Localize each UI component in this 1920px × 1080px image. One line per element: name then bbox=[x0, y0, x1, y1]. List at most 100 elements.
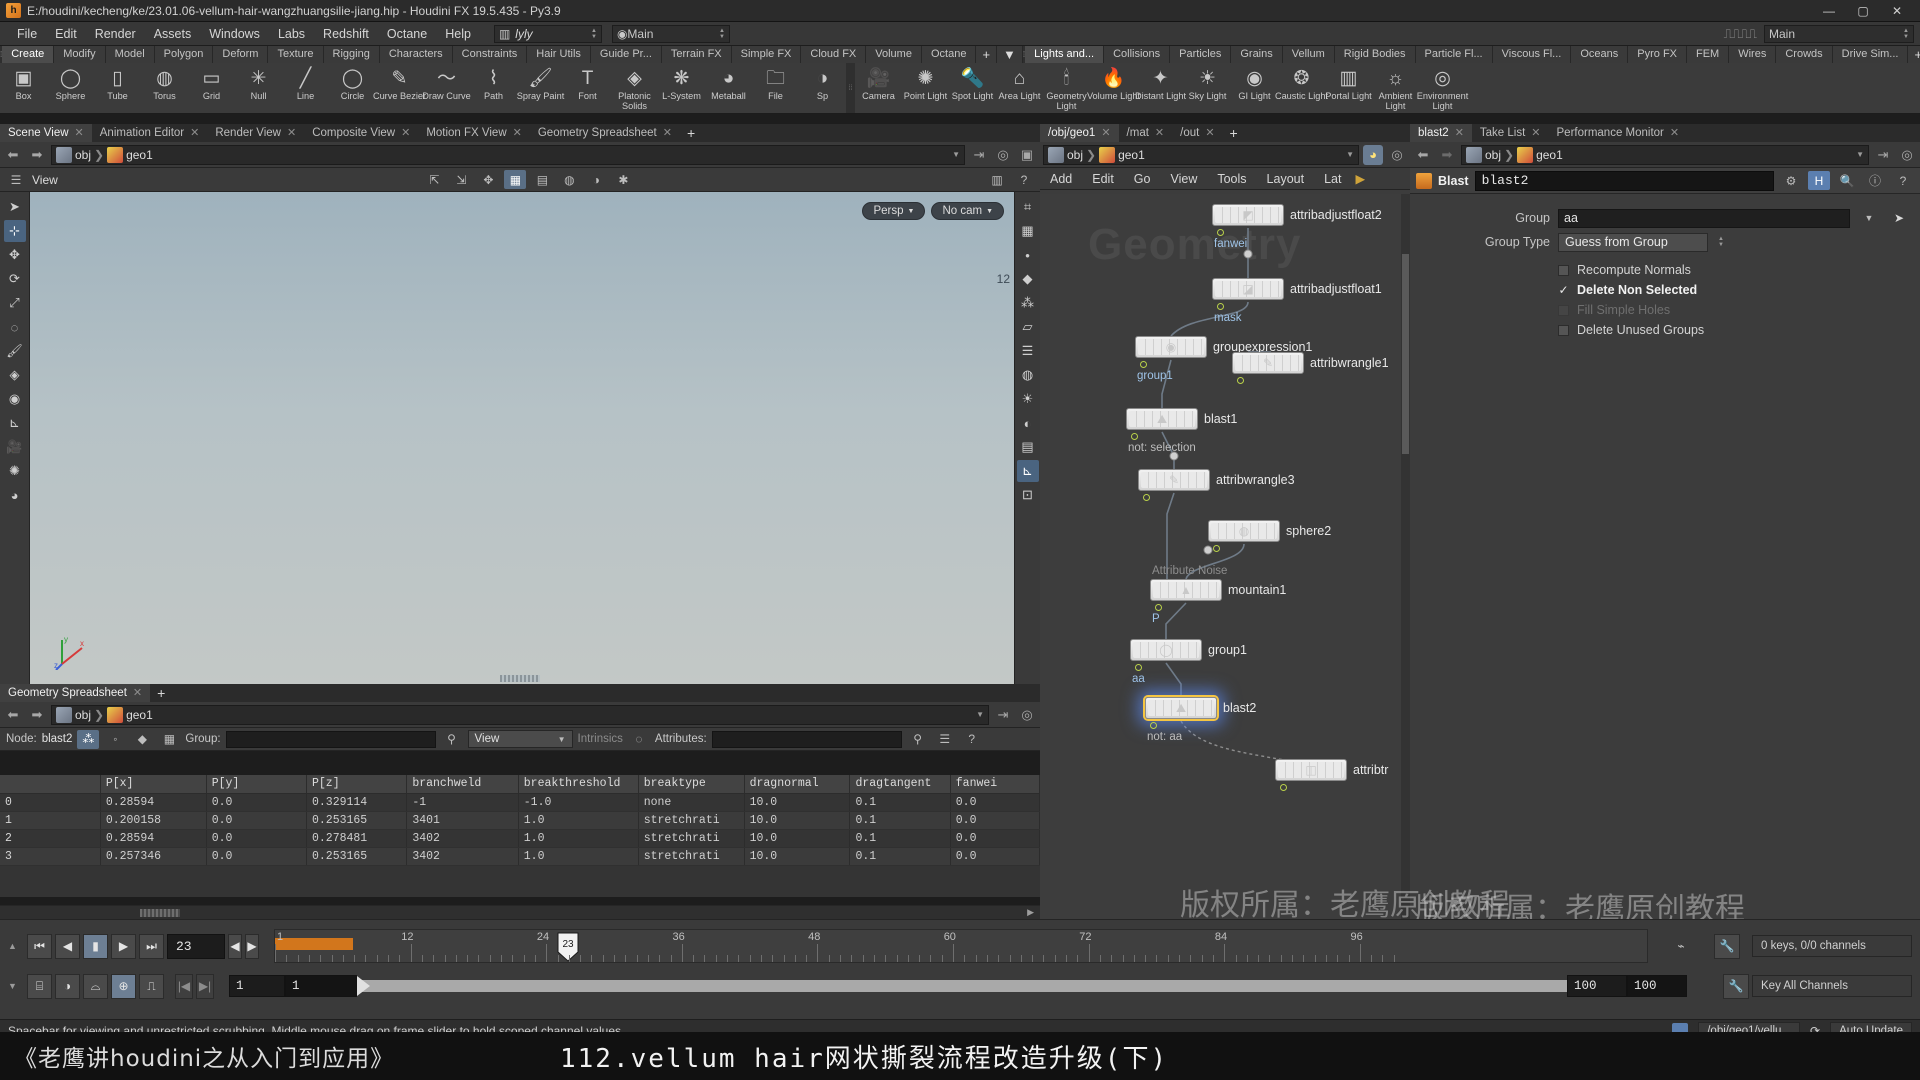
spreadsheet-toolbar[interactable]: Node: blast2 ⁂ ◦ ◆ ▦ Group: ⚲ View ▼ Int… bbox=[0, 728, 1040, 751]
close-tab-icon[interactable]: ✕ bbox=[190, 124, 199, 142]
pane-layout-selector-left[interactable]: ◉ Main ▲ ▼ bbox=[611, 24, 730, 43]
menu-help[interactable]: Help bbox=[436, 22, 480, 46]
parm-tab-performance-monitor[interactable]: Performance Monitor ✕ bbox=[1548, 124, 1688, 142]
parm-options-icon[interactable]: ◎ bbox=[1897, 145, 1917, 165]
close-tab-icon[interactable]: ✕ bbox=[663, 124, 672, 142]
parameter-path-field[interactable]: obj ❯ geo1 ▼ bbox=[1461, 144, 1869, 165]
shelf-add-tab-button-2[interactable]: + bbox=[1908, 46, 1920, 63]
parameter-header[interactable]: Blast blast2 ⚙ H 🔍 ⓘ ? bbox=[1410, 168, 1920, 194]
network-node-blast1[interactable]: ⛰ bbox=[1126, 408, 1198, 430]
table-cell[interactable]: 0.0 bbox=[206, 847, 308, 866]
shelf-tool-volume-light[interactable]: 🔥 Volume Light bbox=[1087, 63, 1140, 113]
select-tool-icon[interactable]: ⇱ bbox=[423, 170, 445, 189]
network-tabstrip[interactable]: /obj/geo1 ✕ /mat ✕ /out ✕ + bbox=[1040, 124, 1410, 142]
window-controls[interactable]: — ▢ ✕ bbox=[1812, 0, 1914, 22]
frame-ruler[interactable]: 23 1 12 24 36 48 60 72 84 96 bbox=[274, 929, 1648, 963]
tab-geometry-spreadsheet[interactable]: Geometry Spreadsheet ✕ bbox=[529, 124, 680, 142]
table-cell[interactable]: 0.253165 bbox=[306, 847, 408, 866]
shelf-tab-deform[interactable]: Deform bbox=[213, 46, 269, 63]
close-tab-icon[interactable]: ✕ bbox=[75, 124, 84, 142]
parameter-tabstrip[interactable]: blast2 ✕ Take List ✕ Performance Monitor ✕ bbox=[1410, 124, 1920, 142]
shelf-tab-simple-fx[interactable]: Simple FX bbox=[731, 46, 802, 63]
range-prev-button[interactable]: |◀ bbox=[175, 973, 193, 999]
tab-render-view[interactable]: Render View ✕ bbox=[207, 124, 305, 142]
pin-pane-icon[interactable]: ⇥ bbox=[969, 145, 989, 165]
shelf-tool-distant-light[interactable]: ✦ Distant Light bbox=[1135, 63, 1186, 113]
measure-icon[interactable]: ⊾ bbox=[4, 412, 26, 434]
step-forward-button[interactable]: ▶ bbox=[245, 933, 259, 959]
playback-end-field[interactable]: 100 bbox=[1567, 975, 1627, 997]
shelf-tool-null[interactable]: ✳ Null bbox=[235, 63, 282, 113]
table-cell[interactable]: stretchrati bbox=[638, 847, 745, 866]
column-header[interactable]: P[z] bbox=[306, 775, 408, 794]
shelf-tool-platonic-solids[interactable]: ◈ Platonic Solids bbox=[611, 63, 658, 113]
table-cell[interactable]: 0.0 bbox=[950, 829, 1040, 848]
table-cell[interactable]: 0.0 bbox=[206, 793, 308, 812]
parm-houdini-h-icon[interactable]: H bbox=[1808, 171, 1830, 190]
node-display-flag-icon[interactable] bbox=[1143, 494, 1150, 501]
keyframe-settings-icon[interactable]: 🔧 bbox=[1714, 933, 1740, 959]
viewport-settings-icon[interactable]: ✱ bbox=[612, 170, 634, 189]
parm-gear-icon[interactable]: ⚙ bbox=[1780, 171, 1802, 190]
close-tab-icon[interactable]: ✕ bbox=[1101, 124, 1110, 142]
close-tab-icon[interactable]: ✕ bbox=[1455, 124, 1464, 142]
gs-filter-icon[interactable]: ⚲ bbox=[441, 730, 463, 749]
lasso-icon[interactable]: ◌ bbox=[4, 316, 26, 338]
cam-caret-icon[interactable]: ▼ bbox=[986, 208, 993, 215]
audio-panel-button[interactable]: ⎍ bbox=[139, 973, 164, 999]
shelf-tab-grains[interactable]: Grains bbox=[1231, 46, 1283, 63]
scoped-channels-button[interactable]: ◑ bbox=[55, 973, 80, 999]
viewer-header[interactable]: ☰ View ⇱ ⇲ ✥ ▦ ▤ ◍ ◑ ✱ ▥ ? bbox=[0, 168, 1040, 192]
table-cell[interactable]: 0.0 bbox=[206, 829, 308, 848]
table-cell[interactable]: 3401 bbox=[406, 811, 519, 830]
network-node-attribadjustfloat2[interactable]: ◩ bbox=[1212, 204, 1284, 226]
shelf-tab-rigging[interactable]: Rigging bbox=[323, 46, 380, 63]
grid-snap-icon[interactable]: ▦ bbox=[1017, 220, 1039, 242]
column-header[interactable]: dragnormal bbox=[744, 775, 851, 794]
spreadsheet-table-wrapper[interactable]: P[x] P[y] P[z] branchweld breakthreshold brea… bbox=[0, 775, 1040, 897]
gs-nav-forward-icon[interactable]: ➡ bbox=[27, 705, 47, 725]
net-path-dropdown-icon[interactable]: ▼ bbox=[1346, 150, 1354, 159]
scene-view-path-field[interactable]: obj ❯ geo1 ▼ bbox=[51, 144, 965, 165]
display-points-icon[interactable]: ▦ bbox=[504, 170, 527, 189]
parm-tab-take-list[interactable]: Take List ✕ bbox=[1471, 124, 1549, 142]
spreadsheet-table[interactable]: P[x] P[y] P[z] branchweld breakthreshold brea… bbox=[0, 775, 1040, 866]
parm-nav-back-icon[interactable]: ⬅ bbox=[1413, 145, 1433, 165]
display-options-icon[interactable]: ☰ bbox=[1017, 340, 1039, 362]
table-cell[interactable]: 0.0 bbox=[950, 811, 1040, 830]
column-header[interactable]: branchweld bbox=[406, 775, 519, 794]
parm-group-type-spinner-icon[interactable]: ▲ ▼ bbox=[1718, 236, 1724, 248]
tab-scene-view[interactable]: Scene View ✕ bbox=[0, 124, 92, 142]
shelf-tab-model[interactable]: Model bbox=[105, 46, 155, 63]
shelf-tool-torus[interactable]: ◍ Torus bbox=[141, 63, 188, 113]
table-cell[interactable]: stretchrati bbox=[638, 811, 745, 830]
handles-icon[interactable]: ⊹ bbox=[3, 220, 26, 242]
delete-non-selected-checkmark-icon[interactable]: ✓ bbox=[1558, 283, 1569, 297]
table-cell[interactable]: 0.0 bbox=[950, 793, 1040, 812]
auto-key-button[interactable]: ⌸ bbox=[27, 973, 52, 999]
viewport-camera-pill[interactable]: No cam ▼ bbox=[931, 202, 1004, 220]
net-menu-layout-more[interactable]: Lat bbox=[1314, 168, 1351, 190]
close-tab-icon[interactable]: ✕ bbox=[1205, 124, 1214, 142]
gs-path-dropdown-icon[interactable]: ▼ bbox=[976, 710, 984, 719]
shelf-tool-sky-light[interactable]: ☀ Sky Light bbox=[1184, 63, 1231, 113]
handle-tool-icon[interactable]: ⇲ bbox=[450, 170, 472, 189]
gs-intrinsics-toggle-icon[interactable]: ◌ bbox=[628, 730, 650, 749]
gs-options-icon[interactable]: ◎ bbox=[1017, 705, 1037, 725]
parm-menu-group-type[interactable]: Guess from Group bbox=[1558, 232, 1708, 252]
network-node-blast2[interactable]: ⛰ bbox=[1145, 697, 1217, 719]
network-path-field[interactable]: obj ❯ geo1 ▼ bbox=[1043, 144, 1359, 165]
table-row[interactable]: 2 0.28594 0.0 0.278481 3402 1.0 stretchrati 10.… bbox=[0, 829, 1040, 848]
shelf-tab-collisions[interactable]: Collisions bbox=[1104, 46, 1171, 63]
shelf-tab-vellum[interactable]: Vellum bbox=[1282, 46, 1335, 63]
table-cell[interactable]: 0.253165 bbox=[306, 811, 408, 830]
parm-toggle-delete-unused-groups[interactable]: Delete Unused Groups bbox=[1410, 320, 1920, 340]
shelf-tool-font[interactable]: T Font bbox=[564, 63, 611, 113]
network-node-groupexpression1[interactable]: ◉ bbox=[1135, 336, 1207, 358]
gs-primitives-mode-icon[interactable]: ◆ bbox=[131, 730, 153, 749]
play-backwards-button[interactable]: ◀ bbox=[55, 933, 80, 959]
shelf-tool-path[interactable]: ⌇ Path bbox=[470, 63, 517, 113]
net-menu-view[interactable]: View bbox=[1160, 168, 1207, 190]
shelf-tool-l-system[interactable]: ❋ L-System bbox=[658, 63, 705, 113]
table-cell[interactable]: none bbox=[638, 793, 745, 812]
